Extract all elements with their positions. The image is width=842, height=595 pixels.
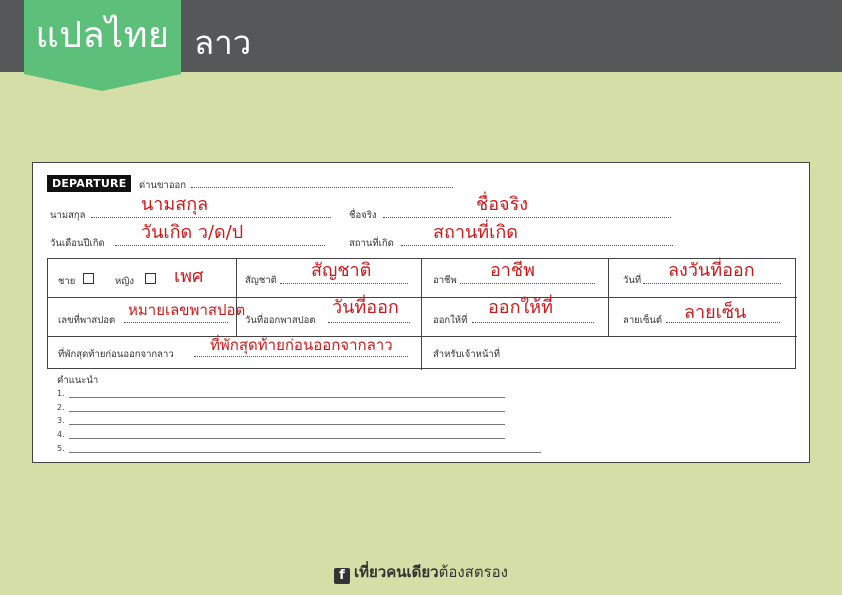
advice-label: คำแนะนำ — [57, 375, 99, 386]
issued-by-value[interactable]: ออกให้ที่ — [488, 299, 553, 317]
advice-line — [69, 424, 505, 425]
issued-by-label: ออกให้ที่ — [433, 315, 468, 326]
last-stay-line — [194, 356, 408, 357]
date-line — [643, 283, 781, 284]
occupation-label: อาชีพ — [433, 275, 457, 286]
last-stay-label: ที่พักสุดท้ายก่อนออกจากลาว — [58, 349, 174, 360]
advice-number: 1. — [57, 389, 65, 398]
checkpoint-label: ด่านขาออก — [139, 180, 186, 191]
firstname-label: ชื่อจริง — [349, 210, 377, 221]
male-checkbox[interactable] — [83, 273, 94, 284]
advice-line — [69, 452, 541, 453]
departure-card: DEPARTURE ด่านขาออก นามสกุล นามสกุล ชื่อ… — [32, 162, 810, 463]
surname-line — [91, 217, 331, 218]
footer: f เที่ยวคนเดียวต้องสตรอง — [0, 560, 842, 584]
nationality-label: สัญชาติ — [245, 275, 277, 286]
dob-value[interactable]: วันเกิด ว/ด/ป — [141, 224, 243, 242]
advice-line — [69, 411, 505, 412]
details-grid: ชาย หญิง เพศ สัญชาติ สัญชาติ อาชีพ อาชีพ… — [47, 258, 797, 370]
signature-value[interactable]: ลายเซ็น — [684, 304, 746, 322]
dob-line — [115, 245, 325, 246]
passport-no-line — [124, 322, 228, 323]
departure-tag: DEPARTURE — [47, 175, 132, 192]
grid-divider — [236, 259, 237, 336]
occupation-value[interactable]: อาชีพ — [490, 262, 535, 280]
pob-label: สถานที่เกิด — [349, 238, 394, 249]
footer-bold-text: เที่ยวคนเดียว — [354, 563, 439, 581]
surname-value[interactable]: นามสกุล — [141, 196, 208, 214]
officer-label: สำหรับเจ้าหน้าที่ — [433, 349, 501, 360]
advice-line — [69, 397, 505, 398]
signature-label: ลายเซ็นต์ — [623, 315, 663, 326]
advice-number: 3. — [57, 416, 65, 425]
date-label: วันที่ — [623, 275, 642, 286]
female-checkbox[interactable] — [145, 273, 156, 284]
nationality-line — [280, 283, 408, 284]
advice-number: 2. — [57, 403, 65, 412]
firstname-line — [383, 217, 671, 218]
firstname-value[interactable]: ชื่อจริง — [476, 196, 528, 214]
brand-title: แปลไทย — [35, 15, 170, 56]
last-stay-value[interactable]: ที่พักสุดท้ายก่อนออกจากลาว — [210, 338, 393, 353]
passport-issue-value[interactable]: วันที่ออก — [332, 299, 399, 317]
advice-line — [69, 438, 505, 439]
language-title: ลาว — [194, 23, 252, 62]
dob-label: วันเดือนปีเกิด — [50, 238, 105, 249]
pob-line — [401, 245, 673, 246]
date-value[interactable]: ลงวันที่ออก — [668, 262, 755, 280]
passport-issue-line — [328, 322, 410, 323]
passport-no-value[interactable]: หมายเลขพาสปอต — [128, 303, 245, 318]
surname-label: นามสกุล — [50, 210, 86, 221]
male-label: ชาย — [58, 276, 76, 287]
female-label: หญิง — [115, 276, 134, 287]
grid-divider — [608, 259, 609, 336]
brand-badge: แปลไทย — [24, 0, 181, 91]
advice-number: 4. — [57, 430, 65, 439]
grid-divider — [48, 336, 797, 337]
checkpoint-line — [191, 187, 453, 188]
facebook-icon[interactable]: f — [334, 568, 350, 584]
grid-divider — [48, 297, 797, 298]
passport-no-label: เลขที่พาสปอต — [58, 315, 116, 326]
passport-issue-label: วันที่ออกพาสปอต — [245, 315, 316, 326]
issued-by-line — [472, 322, 594, 323]
grid-divider — [421, 259, 422, 370]
nationality-value[interactable]: สัญชาติ — [311, 262, 371, 280]
sex-value[interactable]: เพศ — [174, 268, 203, 286]
footer-text: ต้องสตรอง — [438, 563, 508, 581]
occupation-line — [460, 283, 595, 284]
pob-value[interactable]: สถานที่เกิด — [433, 224, 518, 242]
advice-number: 5. — [57, 444, 65, 453]
